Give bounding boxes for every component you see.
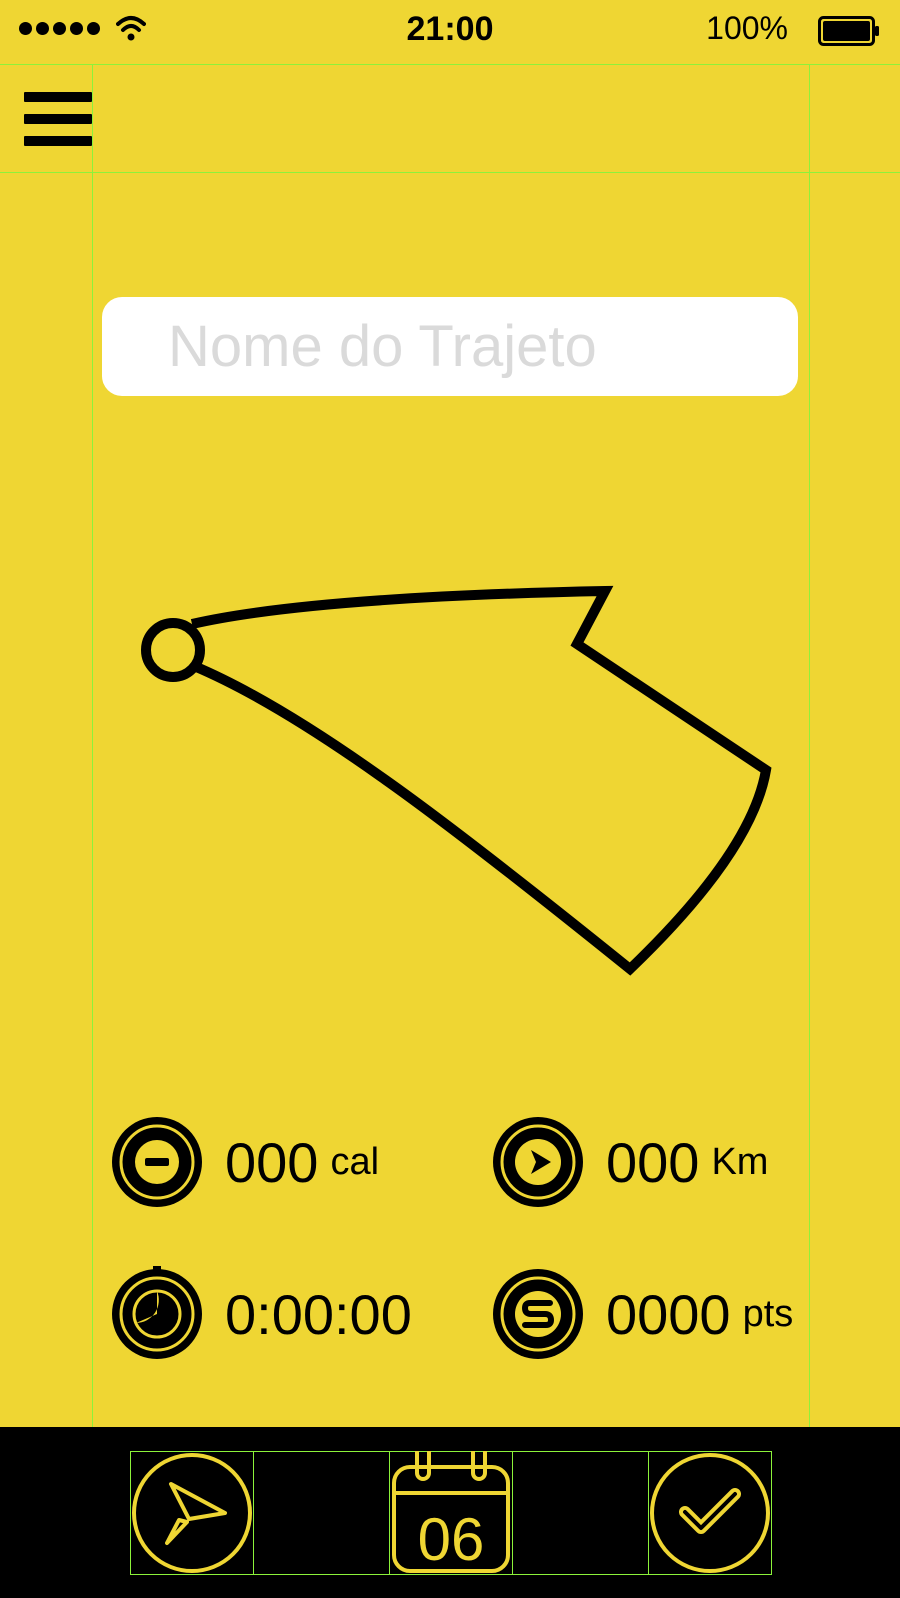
battery-icon [818, 16, 879, 46]
duration-value: 0:00:00 [225, 1282, 412, 1346]
distance-icon [493, 1117, 583, 1207]
calories-unit: cal [330, 1140, 380, 1183]
points-value: 0000 [606, 1282, 731, 1346]
calories-stat: 000 cal [109, 1114, 379, 1210]
route-path-drawing [141, 585, 772, 976]
battery-percent: 100% [706, 10, 788, 46]
points-unit: pts [742, 1292, 794, 1335]
checkmark-icon [650, 1453, 770, 1573]
calories-value: 000 [225, 1130, 319, 1194]
guide-line [92, 64, 93, 1598]
route-start-marker [141, 618, 205, 682]
confirm-button[interactable] [649, 1452, 771, 1574]
calendar-day: 06 [417, 1506, 485, 1573]
bottom-nav-bar: 06 [0, 1427, 900, 1598]
distance-stat: 000 Km [490, 1114, 768, 1210]
points-icon [493, 1269, 583, 1359]
calendar-button[interactable]: 06 [391, 1449, 511, 1575]
distance-unit: Km [711, 1140, 769, 1183]
guide-line [809, 64, 810, 1598]
points-stat: 0000 pts [490, 1266, 793, 1362]
duration-stat: 0:00:00 [109, 1266, 412, 1362]
guide-line [0, 64, 900, 65]
menu-button[interactable] [24, 90, 92, 148]
navigate-button[interactable] [131, 1452, 253, 1574]
stopwatch-icon [112, 1266, 202, 1359]
calories-icon [112, 1117, 202, 1207]
distance-value: 000 [606, 1130, 700, 1194]
route-name-input[interactable] [102, 297, 798, 396]
status-bar: 21:00 100% [0, 0, 900, 64]
paper-plane-icon [132, 1453, 252, 1573]
guide-line [0, 172, 900, 173]
